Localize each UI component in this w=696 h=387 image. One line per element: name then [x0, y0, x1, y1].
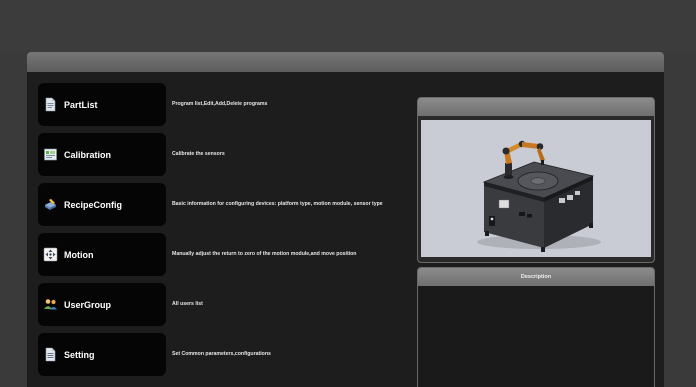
settings-document-icon	[43, 347, 58, 362]
document-icon	[43, 97, 58, 112]
menu-row-partlist: PartList Program list,Edit,Add,Delete pr…	[38, 83, 398, 126]
calibration-sheet-icon	[43, 147, 58, 162]
app-window: PartList Program list,Edit,Add,Delete pr…	[27, 52, 664, 387]
motion-button[interactable]: Motion	[38, 233, 166, 276]
motion-arrows-icon	[43, 247, 58, 262]
menu-row-recipeconfig: RecipeConfig Basic information for confi…	[38, 183, 398, 226]
calibration-description: Calibrate the sensors	[172, 151, 225, 157]
recipeconfig-button[interactable]: RecipeConfig	[38, 183, 166, 226]
device-preview-panel	[417, 97, 655, 263]
recipeconfig-label: RecipeConfig	[64, 199, 123, 210]
calibration-button[interactable]: Calibration	[38, 133, 166, 176]
device-preview-header	[418, 98, 654, 116]
window-title-bar	[27, 52, 664, 72]
setting-button[interactable]: Setting	[38, 333, 166, 376]
description-panel: Description	[417, 267, 655, 387]
partlist-label: PartList	[64, 99, 98, 110]
menu-row-calibration: Calibration Calibrate the sensors	[38, 133, 398, 176]
usergroup-description: All users list	[172, 301, 203, 307]
top-bar	[0, 0, 696, 52]
calibration-label: Calibration	[64, 149, 112, 160]
setting-description: Set Common parameters,configurations	[172, 351, 271, 357]
usergroup-label: UserGroup	[64, 299, 112, 310]
partlist-description: Program list,Edit,Add,Delete programs	[172, 101, 268, 107]
menu-list: PartList Program list,Edit,Add,Delete pr…	[38, 83, 398, 383]
device-preview-image	[421, 120, 651, 257]
menu-row-motion: Motion Manually adjust the return to zer…	[38, 233, 398, 276]
motion-label: Motion	[64, 249, 94, 260]
window-body: PartList Program list,Edit,Add,Delete pr…	[27, 72, 664, 387]
menu-row-usergroup: UserGroup All users list	[38, 283, 398, 326]
menu-row-setting: Setting Set Common parameters,configurat…	[38, 333, 398, 376]
partlist-button[interactable]: PartList	[38, 83, 166, 126]
users-icon	[43, 297, 58, 312]
recipe-edit-icon	[43, 197, 58, 212]
motion-description: Manually adjust the return to zero of th…	[172, 251, 357, 257]
recipeconfig-description: Basic information for configuring device…	[172, 201, 383, 207]
setting-label: Setting	[64, 349, 95, 360]
description-header: Description	[418, 268, 654, 286]
usergroup-button[interactable]: UserGroup	[38, 283, 166, 326]
